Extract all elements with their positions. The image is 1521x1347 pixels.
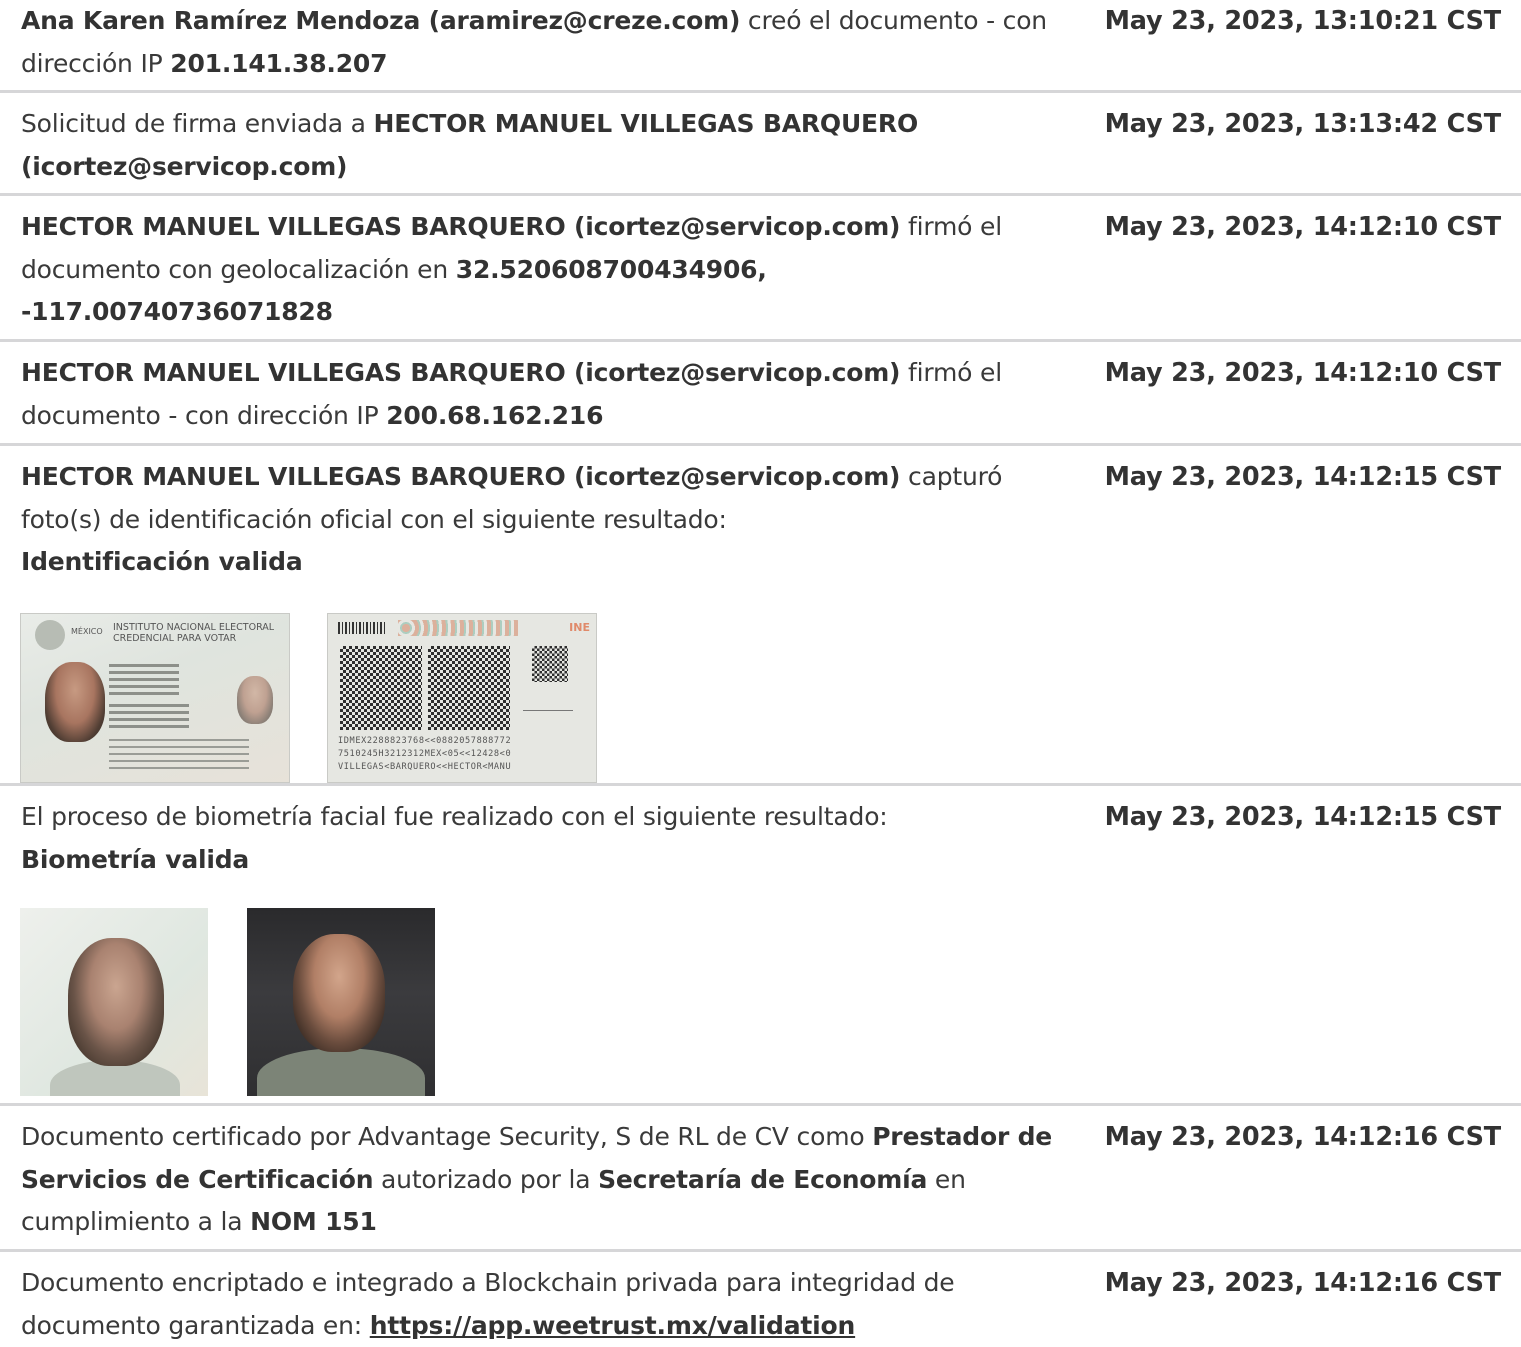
entry-timestamp: May 23, 2023, 14:12:15 CST — [1104, 462, 1502, 492]
audit-log: Ana Karen Ramírez Mendoza (aramirez@crez… — [0, 0, 1521, 1347]
qr-code — [340, 646, 422, 730]
face — [293, 934, 385, 1052]
entry-ip: 201.141.38.207 — [170, 48, 388, 78]
face — [68, 938, 164, 1066]
entry-result: Identificación valida — [21, 547, 303, 576]
selfie-photo — [247, 908, 435, 1096]
entry-text: HECTOR MANUEL VILLEGAS BARQUERO (icortez… — [21, 206, 1071, 334]
entry-text: HECTOR MANUEL VILLEGAS BARQUERO (icortez… — [21, 456, 1071, 584]
entry-timestamp: May 23, 2023, 14:12:15 CST — [1104, 802, 1502, 832]
entry-ip: 200.68.162.216 — [386, 400, 604, 430]
id-address-field — [109, 704, 189, 732]
id-country: MÉXICO — [71, 627, 103, 636]
entry-emphasis: Secretaría de Economía — [598, 1164, 928, 1194]
entry-actor: HECTOR MANUEL VILLEGAS BARQUERO (icortez… — [21, 358, 901, 387]
entry-action: Documento certificado por Advantage Secu… — [21, 1122, 873, 1151]
id-card-front-image: MÉXICO INSTITUTO NACIONAL ELECTORAL CRED… — [20, 613, 290, 783]
id-institute-name: INSTITUTO NACIONAL ELECTORAL — [113, 622, 275, 633]
validation-link[interactable]: https://app.weetrust.mx/validation — [370, 1311, 856, 1340]
mrz-line: VILLEGAS<BARQUERO<<HECTOR<MANU — [338, 762, 512, 772]
signature — [523, 696, 573, 711]
id-ghost-portrait — [237, 676, 273, 724]
log-entry: El proceso de biometría facial fue reali… — [0, 786, 1521, 1106]
entry-actor: HECTOR MANUEL VILLEGAS BARQUERO (icortez… — [21, 462, 901, 491]
entry-timestamp: May 23, 2023, 14:12:10 CST — [1104, 358, 1502, 388]
entry-text: El proceso de biometría facial fue reali… — [21, 796, 1071, 881]
id-credential-type: CREDENCIAL PARA VOTAR — [113, 633, 237, 644]
entry-action: Solicitud de firma enviada a — [21, 109, 374, 138]
qr-code-small — [532, 646, 568, 682]
ine-logo: INE — [569, 621, 590, 634]
log-entry: Ana Karen Ramírez Mendoza (aramirez@crez… — [0, 0, 1521, 93]
log-entry: Solicitud de firma enviada a HECTOR MANU… — [0, 93, 1521, 196]
id-card-back-image: INE IDMEX2288823768<<0882057888772 75102… — [327, 613, 597, 783]
entry-emphasis: NOM 151 — [250, 1207, 377, 1236]
entry-text: Documento certificado por Advantage Secu… — [21, 1116, 1071, 1244]
mrz-line: 7510245H3212312MEX<05<<12428<0 — [338, 749, 512, 759]
id-portrait — [45, 662, 105, 742]
log-entry: Documento encriptado e integrado a Block… — [0, 1252, 1521, 1347]
entry-timestamp: May 23, 2023, 13:13:42 CST — [1104, 109, 1502, 139]
log-entry: HECTOR MANUEL VILLEGAS BARQUERO (icortez… — [0, 342, 1521, 446]
shoulders — [257, 1048, 425, 1096]
log-entry: HECTOR MANUEL VILLEGAS BARQUERO (icortez… — [0, 196, 1521, 342]
entry-actor: HECTOR MANUEL VILLEGAS BARQUERO (icortez… — [21, 212, 901, 241]
entry-text: Ana Karen Ramírez Mendoza (aramirez@crez… — [21, 0, 1071, 85]
id-institute: INSTITUTO NACIONAL ELECTORAL CREDENCIAL … — [113, 622, 274, 644]
entry-actor: Ana Karen Ramírez Mendoza (aramirez@crez… — [21, 6, 741, 35]
id-details-field — [109, 739, 249, 774]
mrz-line: IDMEX2288823768<<0882057888772 — [338, 736, 512, 746]
entry-timestamp: May 23, 2023, 14:12:16 CST — [1104, 1122, 1502, 1152]
log-entry: HECTOR MANUEL VILLEGAS BARQUERO (icortez… — [0, 446, 1521, 786]
barcode — [338, 622, 386, 634]
qr-code — [428, 646, 510, 730]
id-face-photo — [20, 908, 208, 1096]
entry-result: Biometría valida — [21, 844, 250, 874]
decorative-pattern — [398, 620, 518, 636]
entry-timestamp: May 23, 2023, 14:12:16 CST — [1104, 1268, 1502, 1298]
coat-of-arms-icon — [35, 620, 65, 650]
id-name-field — [109, 664, 179, 699]
entry-text: Documento encriptado e integrado a Block… — [21, 1262, 1071, 1347]
entry-action: El proceso de biometría facial fue reali… — [21, 802, 888, 831]
entry-timestamp: May 23, 2023, 14:12:10 CST — [1104, 212, 1502, 242]
entry-text: HECTOR MANUEL VILLEGAS BARQUERO (icortez… — [21, 352, 1071, 437]
entry-timestamp: May 23, 2023, 13:10:21 CST — [1104, 6, 1502, 36]
entry-action: autorizado por la — [373, 1164, 599, 1194]
log-entry: Documento certificado por Advantage Secu… — [0, 1106, 1521, 1252]
entry-text: Solicitud de firma enviada a HECTOR MANU… — [21, 103, 1071, 188]
